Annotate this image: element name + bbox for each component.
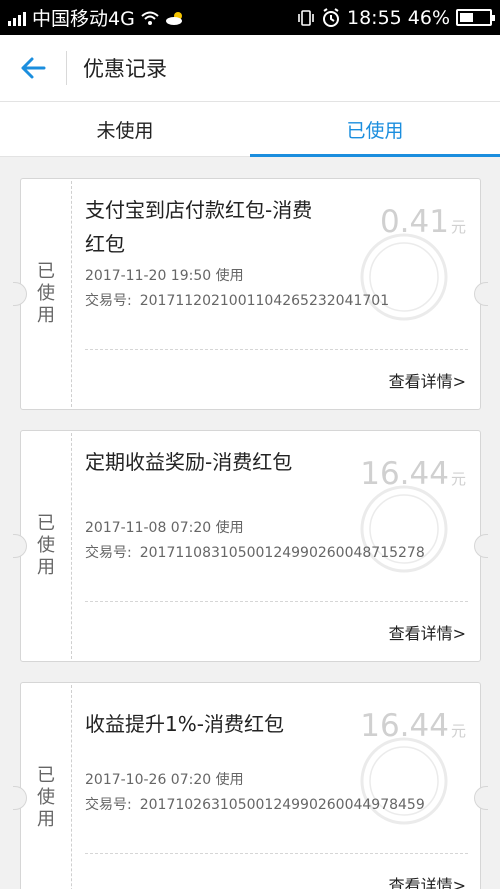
back-button[interactable] [0,35,66,101]
record-amount: 16.44 元 [360,456,466,492]
carrier-label: 中国移动4G [32,8,135,30]
record-time: 2017-11-20 19:50 使用 [85,268,244,284]
signal-icon [8,10,26,26]
separator [85,349,468,350]
status-label: 已使用 [37,513,55,578]
separator [85,601,468,602]
view-details-link[interactable]: 查看详情> [389,872,466,889]
record-amount: 16.44 元 [360,708,466,744]
weather-icon [165,11,182,25]
status-stub: 已使用 [21,431,71,661]
status-stub: 已使用 [21,179,71,409]
perforation-line [71,685,72,889]
status-stub: 已使用 [21,683,71,889]
status-bar: 中国移动4G 18:55 46% [0,0,500,35]
amount-value: 16.44 [360,708,449,744]
vibrate-icon [298,9,314,26]
amount-unit: 元 [450,470,466,488]
status-label: 已使用 [37,765,55,830]
app-header: 优惠记录 [0,35,500,102]
status-label: 已使用 [37,261,55,326]
trade-number: 20171026310500124990260044978459 [139,797,425,813]
amount-unit: 元 [450,722,466,740]
trade-label: 交易号: [85,545,132,561]
ticket-notch [474,534,488,558]
arrow-left-icon [21,57,46,79]
tab-bar: 未使用 已使用 [0,102,500,157]
record-card[interactable]: 已使用 支付宝到店付款红包-消费红包 0.41 元 2017-11-20 19:5… [13,178,488,410]
page-title: 优惠记录 [83,57,167,81]
alarm-icon [323,7,339,27]
trade-label: 交易号: [85,293,132,309]
record-card[interactable]: 已使用 定期收益奖励-消费红包 16.44 元 2017-11-08 07:20 … [13,430,488,662]
battery-percent: 46% [407,6,450,29]
trade-number-row: 交易号: 20171108310500124990260048715278 [85,542,425,562]
ticket-notch [474,282,488,306]
header-divider [66,51,67,85]
record-time: 2017-10-26 07:20 使用 [85,772,244,788]
amount-value: 16.44 [360,456,449,492]
view-details-link[interactable]: 查看详情> [389,620,466,644]
wifi-icon [141,11,159,25]
amount-value: 0.41 [379,204,449,240]
trade-number-row: 交易号: 2017112021001104265232041701 [85,290,389,310]
tab-used[interactable]: 已使用 [250,102,500,157]
record-amount: 0.41 元 [380,204,466,240]
tab-unused[interactable]: 未使用 [0,102,250,156]
trade-number: 2017112021001104265232041701 [139,293,390,309]
trade-number: 20171108310500124990260048715278 [139,545,425,561]
battery-icon [456,9,495,26]
clock-time: 18:55 [347,6,402,29]
separator [85,853,468,854]
perforation-line [71,433,72,659]
view-details-link[interactable]: 查看详情> [389,368,466,392]
record-card[interactable]: 已使用 收益提升1%-消费红包 16.44 元 2017-10-26 07:20 … [13,682,488,889]
trade-number-row: 交易号: 20171026310500124990260044978459 [85,794,425,814]
record-time: 2017-11-08 07:20 使用 [85,520,244,536]
trade-label: 交易号: [85,797,132,813]
record-name: 支付宝到店付款红包-消费红包 [85,198,313,256]
record-name: 收益提升1%-消费红包 [85,712,284,736]
amount-unit: 元 [450,218,466,236]
perforation-line [71,181,72,407]
record-name: 定期收益奖励-消费红包 [85,450,293,474]
ticket-notch [474,786,488,810]
